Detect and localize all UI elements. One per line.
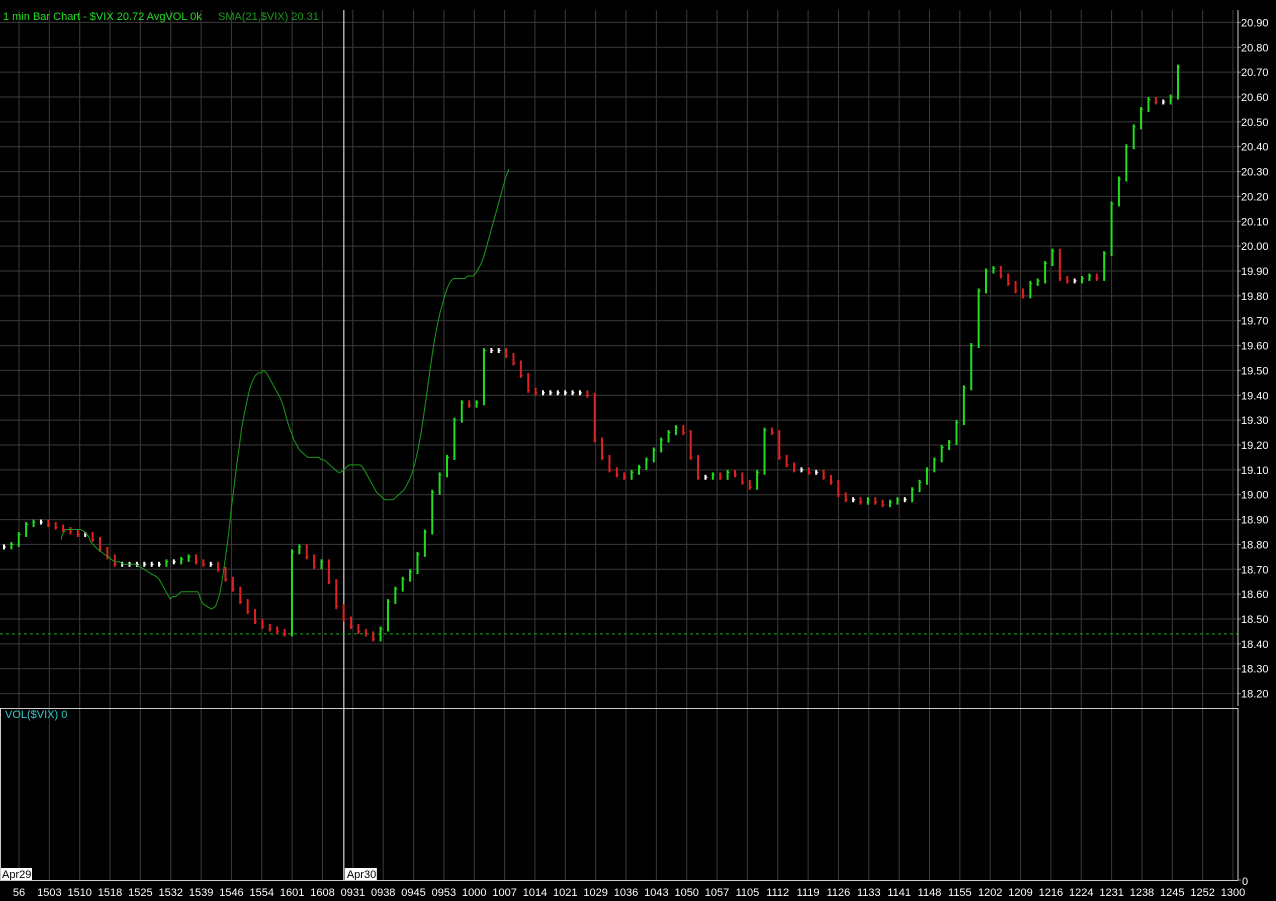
sma-series	[60, 168, 510, 610]
x-tick-label: 1050	[674, 887, 698, 899]
x-tick-label: 1245	[1160, 887, 1184, 899]
x-tick-label: 1554	[250, 887, 274, 899]
y-tick-label: 18.50	[1241, 614, 1269, 626]
x-tick-label: 0945	[401, 887, 425, 899]
y-tick-label: 18.70	[1241, 564, 1269, 576]
x-tick-label: 1231	[1099, 887, 1123, 899]
volume-panel-frame	[0, 708, 1239, 881]
y-tick-label: 19.10	[1241, 465, 1269, 477]
y-tick-label: 18.80	[1241, 539, 1269, 551]
price-axis: 18.20 18.30 18.40 18.50 18.60 18.70 18.80 18.90…	[1238, 17, 1269, 701]
y-tick-label: 20.10	[1241, 216, 1269, 228]
x-tick-label: 1209	[1008, 887, 1032, 899]
y-tick-label: 20.20	[1241, 191, 1269, 203]
x-tick-label: 1105	[736, 887, 760, 899]
y-tick-label: 18.30	[1241, 664, 1269, 676]
y-tick-label: 20.70	[1241, 67, 1269, 79]
x-tick-label: 0938	[371, 887, 395, 899]
x-tick-label: 1000	[462, 887, 486, 899]
x-tick-label: 0931	[341, 887, 365, 899]
y-tick-label: 20.00	[1241, 241, 1269, 253]
y-tick-label: 19.40	[1241, 390, 1269, 402]
x-tick-label: 1252	[1190, 887, 1214, 899]
x-tick-label: 1141	[887, 887, 911, 899]
y-tick-label: 20.80	[1241, 42, 1269, 54]
x-tick-label: 1057	[705, 887, 729, 899]
date-marker-label: Apr29	[2, 869, 31, 881]
date-marker-label: Apr30	[347, 869, 376, 881]
x-tick-label: 1539	[189, 887, 213, 899]
x-tick-label: 1029	[583, 887, 607, 899]
x-tick-label: 1021	[553, 887, 577, 899]
y-tick-label: 18.20	[1241, 689, 1269, 701]
grid	[0, 10, 1238, 880]
x-tick-label: 1216	[1039, 887, 1063, 899]
x-tick-label: 1133	[857, 887, 881, 899]
x-tick-label: 1546	[219, 887, 243, 899]
volume-label: VOL($VIX) 0	[5, 709, 67, 721]
ohlc-bars	[3, 64, 1180, 642]
x-tick-label: 1036	[614, 887, 638, 899]
y-tick-label: 20.50	[1241, 117, 1269, 129]
sma-label: SMA(21,$VIX) 20.31	[218, 11, 319, 23]
y-tick-label: 20.40	[1241, 142, 1269, 154]
y-tick-label: 19.30	[1241, 415, 1269, 427]
x-tick-label: 56	[13, 887, 25, 899]
y-tick-label: 20.30	[1241, 167, 1269, 179]
y-tick-label: 19.90	[1241, 266, 1269, 278]
y-tick-label: 19.20	[1241, 440, 1269, 452]
x-tick-label: 1238	[1130, 887, 1154, 899]
x-tick-label: 1532	[159, 887, 183, 899]
y-tick-label: 20.60	[1241, 92, 1269, 104]
chart-canvas: 18.20 18.30 18.40 18.50 18.60 18.70 18.80 18.90…	[0, 10, 1269, 899]
x-tick-label: 1601	[280, 887, 304, 899]
y-tick-label: 19.60	[1241, 341, 1269, 353]
x-tick-label: 1148	[918, 887, 942, 899]
y-tick-label: 20.90	[1241, 17, 1269, 29]
x-tick-label: 0953	[432, 887, 456, 899]
x-tick-label: 1224	[1069, 887, 1093, 899]
x-tick-label: 1007	[492, 887, 516, 899]
y-tick-label: 19.00	[1241, 490, 1269, 502]
x-tick-label: 1300	[1221, 887, 1245, 899]
sma-line	[60, 168, 510, 610]
x-tick-label: 1112	[766, 887, 789, 899]
x-tick-label: 1202	[978, 887, 1002, 899]
y-tick-label: 18.90	[1241, 515, 1269, 527]
y-tick-label: 18.40	[1241, 639, 1269, 651]
volume-axis-zero: 0	[1242, 876, 1248, 888]
x-tick-label: 1510	[67, 887, 91, 899]
x-tick-label: 1608	[310, 887, 334, 899]
y-tick-label: 19.80	[1241, 291, 1269, 303]
x-tick-label: 1525	[128, 887, 152, 899]
x-tick-label: 1043	[644, 887, 668, 899]
x-tick-label: 1119	[797, 887, 820, 899]
y-tick-label: 19.70	[1241, 316, 1269, 328]
x-tick-label: 1503	[37, 887, 61, 899]
x-tick-label: 1518	[98, 887, 122, 899]
x-tick-label: 1126	[827, 887, 851, 899]
x-tick-label: 1014	[523, 887, 547, 899]
x-tick-label: 1155	[948, 887, 972, 899]
y-tick-label: 19.50	[1241, 365, 1269, 377]
time-axis: 56 1503 1510 1518 1525 1532 1539 1546 1554 1601 16…	[0, 868, 1245, 899]
chart-title: 1 min Bar Chart - $VIX 20.72 AvgVOL 0k	[3, 11, 202, 23]
y-tick-label: 18.60	[1241, 589, 1269, 601]
